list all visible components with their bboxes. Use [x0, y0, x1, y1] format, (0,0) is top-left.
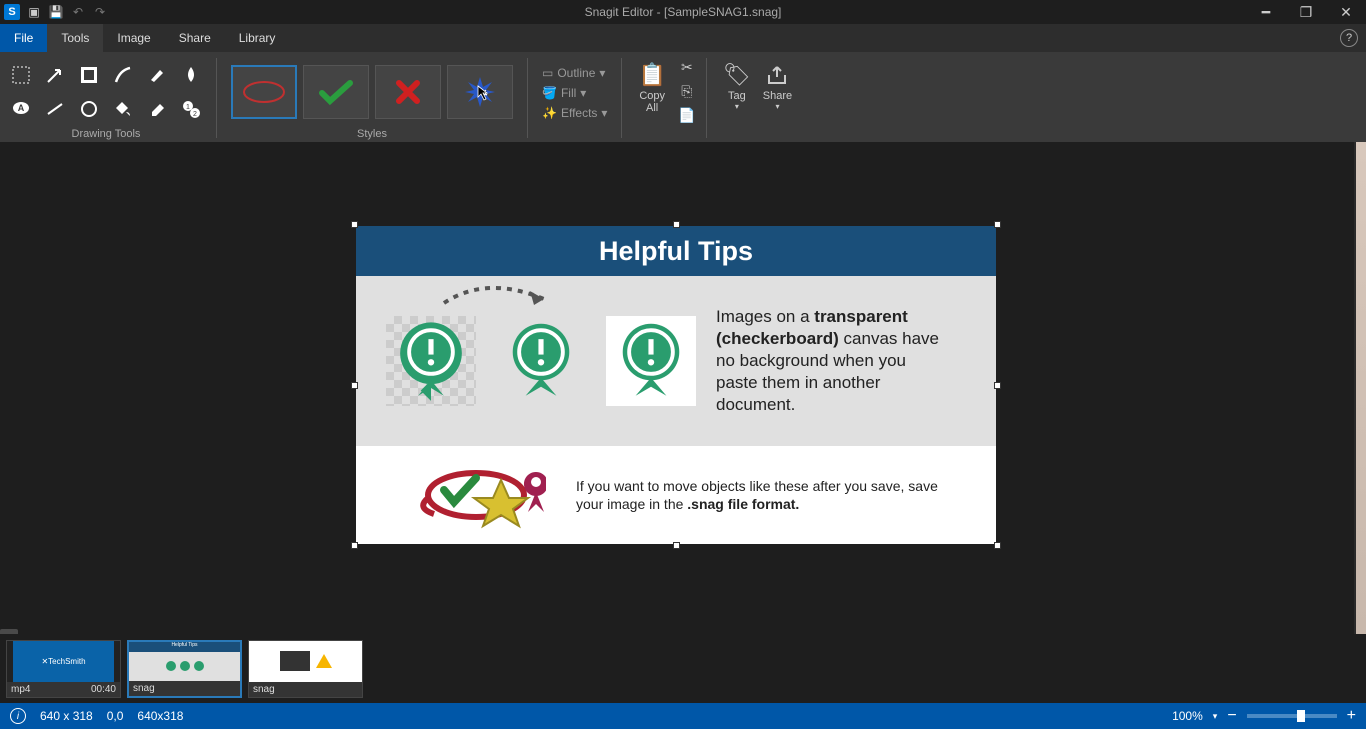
fill-dropdown[interactable]: 🪣 Fill ▾ [538, 84, 611, 102]
zoom-in-button[interactable]: + [1347, 707, 1356, 725]
ribbon-toolbar: A 12 Drawing Tools Styles ▭ [0, 52, 1366, 142]
thumbnail-tray: ✕TechSmith mp400:40 Helpful Tips snag sn… [0, 634, 1366, 703]
objects-illustration [406, 460, 546, 530]
info-icon[interactable]: i [10, 708, 26, 724]
window-title: Snagit Editor - [SampleSNAG1.snag] [585, 5, 782, 19]
thumbnail-2[interactable]: Helpful Tips snag [127, 640, 242, 698]
statusbar: i 640 x 318 0,0 640x318 100% ▾ − + [0, 703, 1366, 729]
outline-dropdown[interactable]: ▭ Outline ▾ [538, 64, 611, 82]
menubar: File Tools Image Share Library ? [0, 24, 1366, 52]
pin-white [606, 316, 696, 406]
menu-image[interactable]: Image [103, 24, 164, 52]
close-button[interactable]: ✕ [1326, 0, 1366, 24]
menu-tools[interactable]: Tools [47, 24, 103, 52]
canvas-area: Helpful Tips Images on a transparent (ch… [0, 142, 1366, 634]
app-icon: S [4, 4, 20, 20]
tool-erase[interactable] [142, 94, 172, 124]
resize-handle[interactable] [351, 542, 358, 549]
tips-title: Helpful Tips [599, 236, 753, 267]
tool-pen[interactable] [108, 60, 138, 90]
resize-handle[interactable] [351, 382, 358, 389]
menu-share[interactable]: Share [165, 24, 225, 52]
status-dimensions: 640 x 318 [40, 709, 93, 723]
tag-icon: 🏷 [723, 60, 751, 90]
svg-text:2: 2 [193, 111, 197, 118]
pin-checker [386, 316, 476, 406]
tool-shape[interactable] [74, 94, 104, 124]
tool-stamp[interactable] [74, 60, 104, 90]
help-icon[interactable]: ? [1340, 29, 1358, 47]
tag-button[interactable]: 🏷 Tag ▾ [717, 58, 757, 113]
resize-handle[interactable] [351, 221, 358, 228]
resize-handle[interactable] [673, 542, 680, 549]
tool-fill[interactable] [108, 94, 138, 124]
share-icon [765, 60, 789, 90]
resize-handle[interactable] [994, 542, 1001, 549]
titlebar: S ▣ 💾 ↶ ↷ Snagit Editor - [SampleSNAG1.s… [0, 0, 1366, 24]
resize-handle[interactable] [994, 382, 1001, 389]
ribbon-divider [706, 58, 707, 138]
tool-blur[interactable] [176, 60, 206, 90]
tip2-text: If you want to move objects like these a… [576, 477, 946, 513]
copy-all-button[interactable]: 📋 CopyAll [632, 58, 671, 116]
zoom-out-button[interactable]: − [1227, 707, 1236, 725]
resize-handle[interactable] [673, 221, 680, 228]
ribbon-divider [216, 58, 217, 138]
drawing-tools-label: Drawing Tools [72, 128, 141, 142]
qa-undo-icon[interactable]: ↶ [70, 4, 86, 20]
menu-library[interactable]: Library [225, 24, 290, 52]
workspace[interactable]: Helpful Tips Images on a transparent (ch… [0, 142, 1354, 634]
tool-arrow[interactable] [40, 60, 70, 90]
share-button[interactable]: Share ▾ [757, 58, 798, 113]
maximize-button[interactable]: ❐ [1286, 0, 1326, 24]
ribbon-divider [527, 58, 528, 138]
style-check-green[interactable] [303, 65, 369, 119]
qa-capture-icon[interactable]: ▣ [26, 4, 42, 20]
qa-redo-icon[interactable]: ↷ [92, 4, 108, 20]
tool-highlight[interactable] [142, 60, 172, 90]
minimize-button[interactable]: ━ [1246, 0, 1286, 24]
pin-transparent [496, 316, 586, 406]
tool-line[interactable] [40, 94, 70, 124]
effects-dropdown[interactable]: ✨ Effects ▾ [538, 104, 611, 122]
svg-text:A: A [18, 103, 25, 113]
styles-label: Styles [357, 128, 387, 142]
style-burst-blue[interactable] [447, 65, 513, 119]
right-panel-edge[interactable] [1356, 142, 1366, 634]
svg-text:1: 1 [186, 104, 190, 111]
style-x-red[interactable] [375, 65, 441, 119]
status-selection: 640x318 [137, 709, 183, 723]
tool-callout[interactable]: A [6, 94, 36, 124]
document-canvas[interactable]: Helpful Tips Images on a transparent (ch… [356, 226, 996, 544]
paste-button[interactable]: 📄 [678, 106, 696, 124]
menu-file[interactable]: File [0, 24, 47, 52]
style-oval-red[interactable] [231, 65, 297, 119]
copy-button[interactable]: ⎘ [678, 82, 696, 100]
zoom-value[interactable]: 100% [1172, 709, 1203, 723]
tip1-text: Images on a transparent (checkerboard) c… [716, 306, 946, 416]
resize-handle[interactable] [994, 221, 1001, 228]
thumbnail-3[interactable]: snag [248, 640, 363, 698]
qa-save-icon[interactable]: 💾 [48, 4, 64, 20]
zoom-dropdown-icon[interactable]: ▾ [1213, 711, 1218, 722]
thumbnail-1[interactable]: ✕TechSmith mp400:40 [6, 640, 121, 698]
status-position: 0,0 [107, 709, 124, 723]
tool-selection[interactable] [6, 60, 36, 90]
ribbon-divider [621, 58, 622, 138]
zoom-slider[interactable] [1247, 714, 1337, 718]
copy-icon: 📋 [638, 60, 665, 90]
cut-button[interactable]: ✂ [678, 58, 696, 76]
tool-step[interactable]: 12 [176, 94, 206, 124]
